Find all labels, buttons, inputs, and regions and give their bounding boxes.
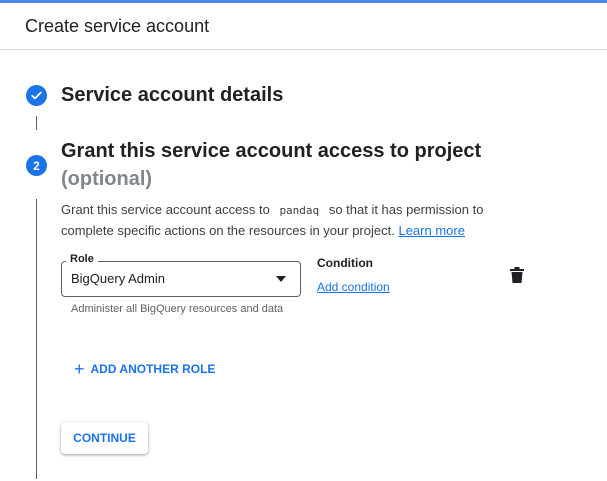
role-hint: Administer all BigQuery resources and da… xyxy=(71,303,284,315)
add-condition-link[interactable]: Add condition xyxy=(317,280,390,294)
role-selected-value[interactable]: BigQuery Admin xyxy=(71,271,165,286)
grant-description: Grant this service account access to pan… xyxy=(61,200,501,241)
condition-label: Condition xyxy=(317,256,373,270)
dropdown-arrow-icon[interactable] xyxy=(276,276,286,282)
plus-icon: + xyxy=(74,359,85,379)
step2-title: Grant this service account access to pro… xyxy=(61,140,482,162)
step2-optional-label: (optional) xyxy=(61,168,153,190)
step-number-badge: 2 xyxy=(26,155,47,176)
learn-more-link[interactable]: Learn more xyxy=(398,223,464,238)
grant-desc-prefix: Grant this service account access to xyxy=(61,202,270,217)
trash-icon[interactable] xyxy=(510,267,524,283)
project-id: pandaq xyxy=(279,204,320,217)
step-connector xyxy=(36,199,37,479)
page-header: Create service account xyxy=(0,3,607,50)
continue-button[interactable]: CONTINUE xyxy=(61,422,148,454)
add-another-role-label: ADD ANOTHER ROLE xyxy=(90,362,216,376)
step-completed-check-icon xyxy=(26,85,47,106)
role-label: Role xyxy=(66,253,98,265)
page-title: Create service account xyxy=(25,16,210,36)
step1-title[interactable]: Service account details xyxy=(61,84,283,107)
add-another-role-button[interactable]: + ADD ANOTHER ROLE xyxy=(74,359,216,379)
step-connector xyxy=(36,116,37,130)
